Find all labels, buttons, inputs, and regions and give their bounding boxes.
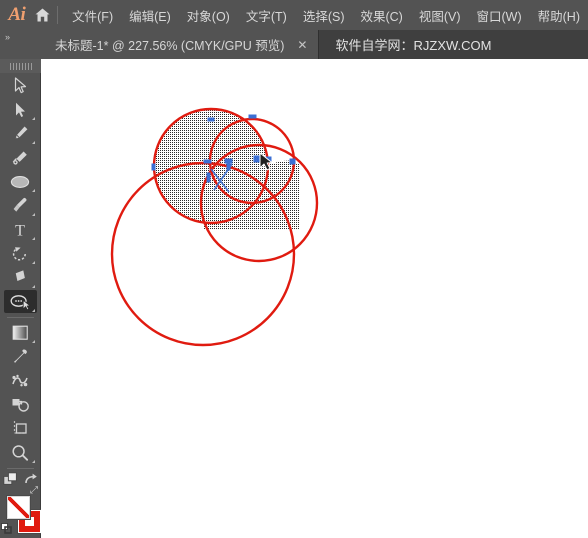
- tool-flyout-indicator: [31, 340, 35, 343]
- site-watermark-label: 软件自学网：RJZXW.COM: [335, 38, 492, 53]
- blend-tool[interactable]: [4, 369, 37, 392]
- eraser-tool[interactable]: [4, 266, 37, 289]
- svg-text:T: T: [15, 223, 25, 239]
- document-canvas[interactable]: [41, 59, 588, 538]
- toolbar-divider-2: [6, 468, 34, 469]
- default-fill-stroke-icon[interactable]: [1, 521, 12, 538]
- tool-flyout-indicator: [31, 117, 35, 120]
- menu-item-effect[interactable]: 效果(C): [352, 2, 410, 29]
- fill-swatch[interactable]: [6, 495, 31, 520]
- anchor-point: [207, 117, 215, 122]
- ellipse-tool[interactable]: [4, 170, 37, 193]
- gradient-tool[interactable]: [4, 321, 37, 344]
- symbol-sprayer-tool[interactable]: [4, 393, 37, 416]
- toolbar-divider: [6, 317, 34, 318]
- document-tab-bar: » 未标题-1* @ 227.56% (CMYK/GPU 预览) ✕ 软件自学网…: [0, 30, 588, 59]
- anchor-point: [248, 114, 257, 119]
- illustrator-window: Ai 文件(F) 编辑(E) 对象(O) 文字(T) 选择(S) 效果(C) 视…: [0, 0, 588, 538]
- panel-collapse-button[interactable]: »: [0, 30, 41, 59]
- tool-flyout-indicator: [31, 309, 35, 312]
- tool-flyout-indicator: [31, 141, 35, 144]
- tool-flyout-indicator: [31, 460, 35, 463]
- tools-panel: T ⤢: [0, 59, 42, 538]
- curvature-pen-icon: [12, 151, 27, 165]
- type-T-icon: T: [15, 223, 25, 239]
- document-tab-title: 未标题-1* @ 227.56% (CMYK/GPU 预览): [55, 39, 285, 53]
- symbol-shapes-icon: [12, 398, 29, 412]
- home-icon[interactable]: [30, 0, 56, 30]
- document-tab[interactable]: 未标题-1* @ 227.56% (CMYK/GPU 预览) ✕: [41, 30, 320, 59]
- eraser-icon: [15, 270, 25, 282]
- tool-flyout-indicator: [31, 237, 35, 240]
- anchor-point: [203, 159, 212, 164]
- rotate-arrow-icon: [12, 247, 26, 261]
- gradient-square-icon: [12, 325, 28, 340]
- rotate-tool[interactable]: [4, 242, 37, 265]
- anchor-point: [253, 155, 260, 163]
- swap-fill-stroke-icon[interactable]: ⤢: [30, 485, 38, 496]
- toolbar-drag-handle[interactable]: [0, 59, 41, 73]
- artboard-tool[interactable]: [4, 417, 37, 440]
- anchor-point: [206, 172, 211, 183]
- arrow-cursor-icon: [14, 77, 26, 94]
- artwork-svg: [110, 107, 319, 347]
- artboard-crop-icon: [13, 421, 27, 434]
- menu-item-type[interactable]: 文字(T): [238, 2, 295, 29]
- menu-item-object[interactable]: 对象(O): [179, 2, 238, 29]
- solid-arrow-icon: [15, 102, 25, 117]
- tool-flyout-indicator: [31, 261, 35, 264]
- blend-swirl-icon: [11, 374, 28, 387]
- chevron-double-right-icon: »: [5, 32, 10, 42]
- menu-item-window[interactable]: 窗口(W): [469, 2, 530, 29]
- tool-flyout-indicator: [31, 213, 35, 216]
- menubar-divider: [57, 6, 59, 24]
- close-icon[interactable]: ✕: [294, 38, 310, 52]
- menu-item-edit[interactable]: 编辑(E): [121, 2, 179, 29]
- paintbrush-icon: [13, 197, 27, 212]
- type-tool[interactable]: T: [4, 218, 37, 241]
- zoom-tool[interactable]: [4, 441, 37, 464]
- menu-item-help[interactable]: 帮助(H): [530, 2, 588, 29]
- curvature-tool[interactable]: [4, 146, 37, 169]
- shape-builder-icon: [10, 294, 30, 310]
- pen-tool[interactable]: [4, 122, 37, 145]
- tool-flyout-indicator: [31, 285, 35, 288]
- paintbrush-tool[interactable]: [4, 194, 37, 217]
- eyedropper-icon: [13, 349, 27, 363]
- anchor-point: [289, 158, 296, 165]
- direct-selection-tool[interactable]: [4, 98, 37, 121]
- app-logo-icon: Ai: [8, 4, 26, 25]
- shape-builder-tool[interactable]: [3, 290, 37, 313]
- eyedropper-tool[interactable]: [4, 345, 37, 368]
- arrange-squares-icon[interactable]: [2, 472, 18, 492]
- menu-item-select[interactable]: 选择(S): [295, 2, 353, 29]
- tool-flyout-indicator: [31, 189, 35, 192]
- fill-stroke-indicator: ⤢: [0, 485, 42, 538]
- pen-nib-icon: [14, 126, 27, 140]
- selection-tool[interactable]: [4, 74, 37, 97]
- ellipse-icon: [10, 175, 30, 188]
- grip-dots-icon: [9, 62, 32, 70]
- menu-item-file[interactable]: 文件(F): [64, 2, 121, 29]
- menu-bar: Ai 文件(F) 编辑(E) 对象(O) 文字(T) 选择(S) 效果(C) 视…: [0, 0, 588, 30]
- anchor-point: [151, 163, 156, 171]
- menu-item-view[interactable]: 视图(V): [411, 2, 469, 29]
- menu-item-list: 文件(F) 编辑(E) 对象(O) 文字(T) 选择(S) 效果(C) 视图(V…: [64, 2, 588, 29]
- magnifier-icon: [12, 444, 29, 461]
